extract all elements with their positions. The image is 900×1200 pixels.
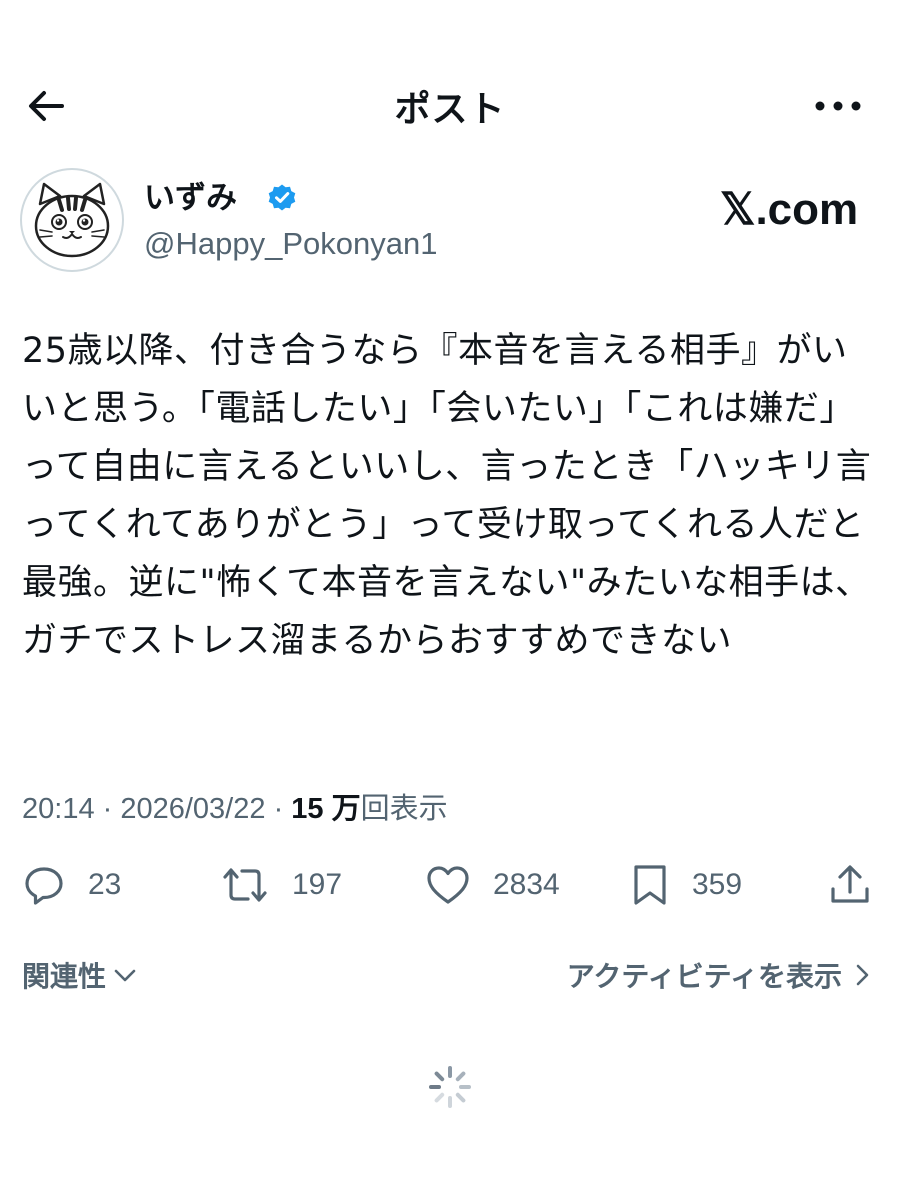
views-label: 回表示 bbox=[360, 793, 448, 825]
cat-face-avatar bbox=[34, 182, 110, 258]
repost-icon bbox=[223, 868, 267, 902]
replies-toolbar: 関連性 アクティビティを表示 bbox=[0, 955, 900, 1005]
reply-count: 23 bbox=[88, 868, 122, 901]
meta-separator: · bbox=[94, 793, 121, 825]
bookmark-count: 359 bbox=[692, 868, 743, 901]
more-horizontal-icon bbox=[815, 101, 861, 111]
more-options-button[interactable] bbox=[812, 88, 864, 124]
like-button[interactable]: 2834 bbox=[425, 850, 560, 920]
chevron-right-icon bbox=[856, 964, 869, 986]
bookmark-icon bbox=[634, 865, 666, 905]
bookmark-button[interactable]: 359 bbox=[630, 850, 742, 920]
top-bar: ポスト bbox=[0, 60, 900, 150]
post-time[interactable]: 20:14 bbox=[22, 793, 95, 825]
page-title: ポスト bbox=[394, 89, 506, 130]
views-count: 15 万 bbox=[291, 793, 361, 825]
sort-relevance-dropdown[interactable]: 関連性 bbox=[22, 955, 138, 995]
share-button[interactable] bbox=[828, 850, 872, 920]
view-activity-link[interactable]: アクティビティを表示 bbox=[567, 955, 872, 995]
action-bar: 23 197 2834 359 bbox=[0, 850, 900, 920]
heart-icon bbox=[427, 866, 469, 904]
sort-label: 関連性 bbox=[22, 960, 107, 993]
reply-button[interactable]: 23 bbox=[22, 850, 121, 920]
like-count: 2834 bbox=[493, 868, 560, 901]
x-com-watermark: 𝕏.com bbox=[720, 185, 859, 234]
activity-label: アクティビティを表示 bbox=[566, 960, 842, 993]
post-date[interactable]: 2026/03/22 bbox=[120, 793, 265, 825]
loading-spinner-icon bbox=[429, 1066, 471, 1108]
post-meta: 20:14 · 2026/03/22 · 15 万回表示 bbox=[22, 785, 448, 827]
repost-count: 197 bbox=[292, 868, 343, 901]
post-text: 25歳以降、付き合うなら『本音を言える相手』がいいと思う。「電話したい」「会いた… bbox=[22, 331, 872, 661]
author-display-name[interactable]: いずみ bbox=[144, 178, 237, 218]
verified-badge-icon bbox=[268, 184, 296, 211]
chevron-down-icon bbox=[114, 969, 136, 982]
share-icon bbox=[831, 865, 869, 903]
reply-icon bbox=[25, 867, 63, 905]
avatar[interactable] bbox=[20, 168, 124, 272]
repost-button[interactable]: 197 bbox=[220, 850, 342, 920]
author-handle[interactable]: @Happy_Pokonyan1 bbox=[144, 226, 437, 262]
post-author: いずみ @Happy_Pokonyan1 𝕏.com bbox=[20, 168, 880, 278]
meta-separator: · bbox=[265, 793, 292, 825]
